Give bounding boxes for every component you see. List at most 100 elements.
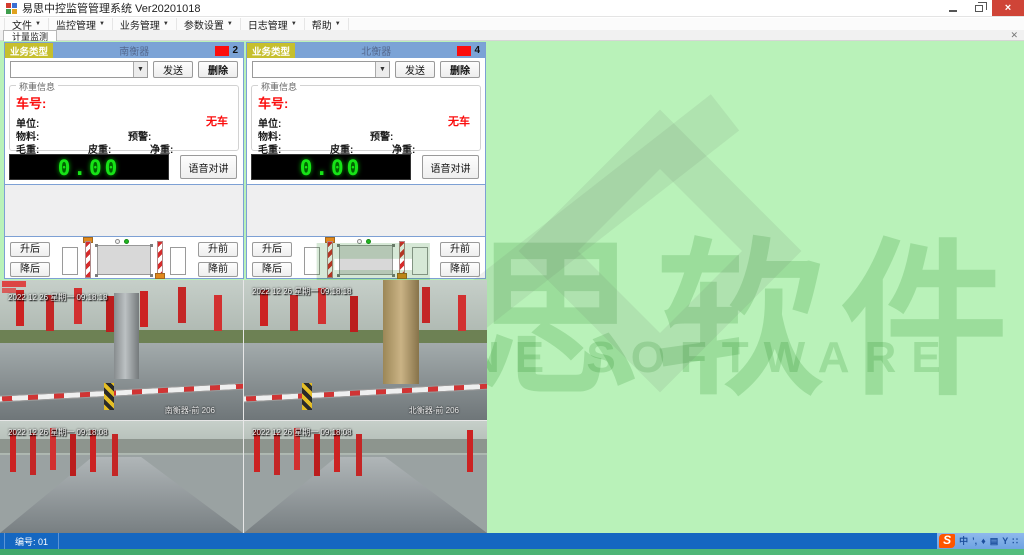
group-title: 称重信息 [258, 80, 300, 93]
punctuation-icon[interactable]: ’, [972, 534, 977, 548]
menu-item-file[interactable]: 文件▼ [4, 18, 49, 30]
business-type-badge[interactable]: 业务类型 [5, 43, 53, 58]
voice-intercom-button[interactable]: 语音对讲 [180, 155, 237, 179]
menu-item-param-settings[interactable]: 参数设置▼ [177, 18, 241, 30]
barrier-control-row: 升后 降后 [247, 237, 485, 282]
station-id: 编号: 01 [4, 533, 59, 549]
camera-scene-layer [0, 439, 243, 454]
platform-handle [392, 274, 395, 277]
weighbridge-platform [97, 245, 151, 275]
delete-button[interactable]: 删除 [198, 61, 238, 78]
weighbridge-graphic [297, 237, 435, 282]
input-method-tray: S 中 ’, ♦ ▤ Y ∷ [937, 533, 1024, 549]
gross-weight-label: 毛重: [16, 141, 39, 156]
front-barrier-cap [155, 273, 165, 279]
camera-scene-layer [244, 439, 487, 454]
camera-feed-north-rear[interactable]: 2022 12 26 星期一 09:18:08 [244, 421, 487, 533]
rear-barrier-buttons: 升后 降后 [247, 242, 297, 277]
vehicle-no-label: 车号: [258, 93, 288, 112]
scale-panel-south: 业务类型 南衡器 2 ▼ 发送 删除 称重信息 车号: 无车 单位: 物料: 预… [4, 42, 244, 279]
send-button[interactable]: 发送 [153, 61, 193, 78]
raise-front-button[interactable]: 升前 [440, 242, 480, 257]
front-sensor-box [412, 247, 428, 275]
tab-close-icon[interactable]: ✕ [1010, 30, 1018, 41]
panel-title: 北衡器 [295, 43, 457, 58]
voice-intercom-button[interactable]: 语音对讲 [422, 155, 479, 179]
mic-icon[interactable]: ♦ [981, 534, 986, 548]
chevron-down-icon: ▼ [163, 21, 169, 27]
menu-item-business-mgmt[interactable]: 业务管理▼ [113, 18, 177, 30]
net-weight-label: 净重: [150, 141, 173, 156]
info-placeholder-area [5, 184, 243, 237]
raise-rear-button[interactable]: 升后 [10, 242, 50, 257]
maximize-button[interactable] [966, 0, 992, 16]
close-button[interactable]: × [992, 0, 1024, 16]
lower-front-button[interactable]: 降前 [440, 262, 480, 277]
business-type-select[interactable]: ▼ [10, 61, 148, 78]
alert-label: 预警: [128, 128, 151, 143]
chinese-mode-icon[interactable]: 中 [959, 534, 968, 548]
queue-count: 2 [232, 45, 238, 56]
platform-handle [337, 244, 340, 247]
camera-feed-south-front[interactable]: 2022 12 26 星期一 09:18:18 南衡器-前 206 [0, 280, 243, 420]
grid-icon[interactable]: ∷ [1012, 534, 1018, 548]
weight-led-display: 0.00 [9, 154, 169, 180]
platform-handle [150, 274, 153, 277]
lower-rear-button[interactable]: 降后 [10, 262, 50, 277]
indicator-off-icon [115, 239, 120, 244]
camera-timestamp: 2022 12 26 星期一 09:18:08 [252, 427, 352, 438]
keyboard-icon[interactable]: ▤ [990, 534, 999, 548]
maximize-icon [975, 5, 983, 12]
chevron-down-icon: ▼ [35, 21, 41, 27]
camera-scene-layer [114, 293, 138, 380]
menu-item-help[interactable]: 帮助▼ [305, 18, 349, 30]
raise-front-button[interactable]: 升前 [198, 242, 238, 257]
front-barrier-cap [397, 273, 407, 279]
tab-metering-monitor[interactable]: 计量监测 [3, 30, 57, 41]
watermark-logo-slash [451, 94, 739, 333]
camera-scene-layer [244, 457, 487, 533]
barrier-control-row: 升后 降后 [5, 237, 243, 282]
business-type-badge[interactable]: 业务类型 [247, 43, 295, 58]
business-type-select[interactable]: ▼ [252, 61, 390, 78]
status-bar: 编号: 01 S 中 ’, ♦ ▤ Y ∷ [0, 533, 1024, 549]
camera-osd-red [2, 281, 26, 287]
toolbox-icon[interactable]: Y [1002, 534, 1008, 548]
chevron-down-icon: ▼ [375, 62, 389, 77]
front-barrier-buttons: 升前 降前 [193, 242, 243, 277]
camera-timestamp: 2022 12 26 星期一 09:18:08 [8, 427, 108, 438]
panel-header: 业务类型 南衡器 2 [5, 43, 243, 58]
weight-display-row: 0.00 语音对讲 [247, 151, 485, 180]
status-indicator-red [215, 46, 229, 56]
weighbridge-graphic [55, 237, 193, 282]
gross-weight-label: 毛重: [258, 141, 281, 156]
camera-feed-north-front[interactable]: 2022 12 26 星期一 09:18:18 北衡器-前 206 [244, 280, 487, 420]
camera-scene-layer [104, 383, 114, 410]
control-row: ▼ 发送 删除 [247, 58, 485, 80]
lower-front-button[interactable]: 降前 [198, 262, 238, 277]
delete-button[interactable]: 删除 [440, 61, 480, 78]
control-row: ▼ 发送 删除 [5, 58, 243, 80]
camera-grid: 2022 12 26 星期一 09:18:18 南衡器-前 206 2022 1… [0, 280, 487, 533]
menu-item-monitor-mgmt[interactable]: 监控管理▼ [49, 18, 113, 30]
raise-rear-button[interactable]: 升后 [252, 242, 292, 257]
weighing-info-group: 称重信息 车号: 无车 单位: 物料: 预警: 毛重: 皮重: 净重: [251, 85, 481, 151]
lower-rear-button[interactable]: 降后 [252, 262, 292, 277]
tare-weight-label: 皮重: [330, 141, 353, 156]
app-window: 易思中控监管管理系统 Ver20201018 × 文件▼ 监控管理▼ 业务管理▼… [0, 0, 1024, 555]
scale-panel-north: 业务类型 北衡器 4 ▼ 发送 删除 称重信息 车号: 无车 单位: 物料: 预… [246, 42, 486, 279]
front-sensor-box [170, 247, 186, 275]
app-icon [6, 3, 17, 14]
camera-name-overlay: 北衡器-前 206 [409, 405, 459, 416]
platform-handle [95, 244, 98, 247]
indicator-on-icon [366, 239, 371, 244]
sogou-logo-icon[interactable]: S [939, 534, 955, 548]
camera-feed-south-rear[interactable]: 2022 12 26 星期一 09:18:08 [0, 421, 243, 533]
menu-item-log-mgmt[interactable]: 日志管理▼ [241, 18, 305, 30]
platform-handle [337, 274, 340, 277]
send-button[interactable]: 发送 [395, 61, 435, 78]
minimize-button[interactable] [940, 0, 966, 16]
camera-timestamp: 2022 12 26 星期一 09:18:18 [252, 286, 352, 297]
taskbar-edge [0, 549, 1024, 555]
info-placeholder-area [247, 184, 485, 237]
